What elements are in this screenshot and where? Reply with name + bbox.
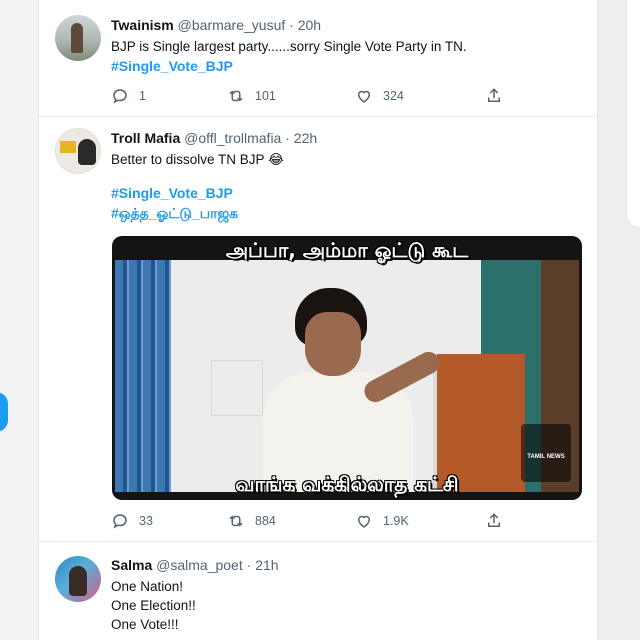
- like-button[interactable]: 324: [355, 86, 404, 106]
- retweet-count: 884: [255, 514, 276, 528]
- tweet-content: Salma @salma_poet · 21h One Nation! One …: [111, 556, 583, 634]
- share-button[interactable]: [485, 511, 513, 531]
- avatar[interactable]: [55, 128, 101, 174]
- timestamp[interactable]: 22h: [294, 130, 317, 146]
- avatar[interactable]: [55, 556, 101, 602]
- tweet-text: Better to dissolve TN BJP 😂: [111, 152, 284, 167]
- author-handle[interactable]: @salma_poet: [156, 557, 243, 573]
- tweet-content: Troll Mafia @offl_trollmafia · 22h Bette…: [111, 129, 583, 223]
- avatar-figure-shape: [78, 139, 96, 165]
- tweet-text-line: One Vote!!!: [111, 617, 179, 632]
- author-name[interactable]: Twainism: [111, 17, 174, 33]
- tweet-header: Troll Mafia @offl_trollmafia · 22h: [111, 129, 583, 147]
- avatar[interactable]: [55, 15, 101, 61]
- channel-logo-text: TAMIL NEWS: [527, 454, 565, 460]
- like-button[interactable]: 1.9K: [355, 511, 409, 531]
- share-icon: [488, 88, 500, 102]
- separator-dot: ·: [246, 557, 252, 573]
- retweet-count: 101: [255, 89, 276, 103]
- hashtag-link[interactable]: #Single_Vote_BJP: [111, 183, 583, 203]
- like-count: 324: [383, 89, 404, 103]
- tweet[interactable]: Troll Mafia @offl_trollmafia · 22h Bette…: [39, 117, 597, 542]
- reply-count: 1: [139, 89, 146, 103]
- tweet-actions: 1 101 324: [111, 86, 571, 106]
- reply-button[interactable]: 33: [111, 511, 153, 531]
- tweet-text: BJP is Single largest party......sorry S…: [111, 39, 467, 54]
- timestamp[interactable]: 21h: [255, 557, 278, 573]
- separator-dot: ·: [289, 17, 294, 33]
- wall-panel-shape: [211, 360, 263, 416]
- tweet-media-image[interactable]: TAMIL NEWS அப்பா, அம்மா ஓட்டு கூட வாங்க …: [112, 236, 582, 500]
- author-handle[interactable]: @barmare_yusuf: [178, 17, 286, 33]
- tweet-text-line: One Election!!: [111, 598, 196, 613]
- hashtag-link[interactable]: #ஒத்த_ஓட்டு_பாஜக: [111, 203, 583, 223]
- tweet[interactable]: Salma @salma_poet · 21h One Nation! One …: [39, 542, 597, 640]
- sidebar-card-edge: [626, 0, 640, 228]
- tweet-content: Twainism @barmare_yusuf · 20h BJP is Sin…: [111, 16, 583, 76]
- like-icon: [357, 90, 371, 103]
- like-icon: [357, 515, 371, 528]
- curtain-shape: [115, 260, 171, 492]
- reply-icon: [113, 514, 127, 529]
- timestamp[interactable]: 20h: [298, 17, 321, 33]
- tweet-text-line: One Nation!: [111, 579, 184, 594]
- timeline-feed: Twainism @barmare_yusuf · 20h BJP is Sin…: [38, 0, 598, 640]
- meme-scene: TAMIL NEWS: [115, 260, 579, 492]
- retweet-button[interactable]: 884: [227, 511, 276, 531]
- reply-button[interactable]: 1: [111, 86, 146, 106]
- right-sidebar: [598, 0, 640, 640]
- author-name[interactable]: Troll Mafia: [111, 130, 180, 146]
- share-button[interactable]: [485, 86, 513, 106]
- left-gutter: [0, 0, 38, 640]
- share-icon: [488, 513, 500, 527]
- retweet-icon: [229, 90, 243, 102]
- avatar-sign-shape: [60, 141, 76, 153]
- retweet-button[interactable]: 101: [227, 86, 276, 106]
- separator-dot: ·: [285, 130, 290, 146]
- author-name[interactable]: Salma: [111, 557, 152, 573]
- hashtag-link[interactable]: #Single_Vote_BJP: [111, 56, 583, 76]
- person-face-shape: [305, 312, 361, 376]
- tweet[interactable]: Twainism @barmare_yusuf · 20h BJP is Sin…: [39, 0, 597, 117]
- meme-caption-bottom: வாங்க வக்கில்லாத கட்சி: [235, 472, 459, 496]
- tweet-actions: 33 884 1.9K: [111, 511, 571, 531]
- tweet-header: Salma @salma_poet · 21h: [111, 556, 583, 574]
- tweet-header: Twainism @barmare_yusuf · 20h: [111, 16, 583, 34]
- author-handle[interactable]: @offl_trollmafia: [184, 130, 281, 146]
- retweet-icon: [229, 515, 243, 527]
- like-count: 1.9K: [383, 514, 409, 528]
- compose-fab-edge[interactable]: [0, 392, 8, 432]
- meme-caption-top: அப்பா, அம்மா ஓட்டு கூட: [225, 238, 469, 262]
- reply-count: 33: [139, 514, 153, 528]
- reply-icon: [113, 89, 127, 104]
